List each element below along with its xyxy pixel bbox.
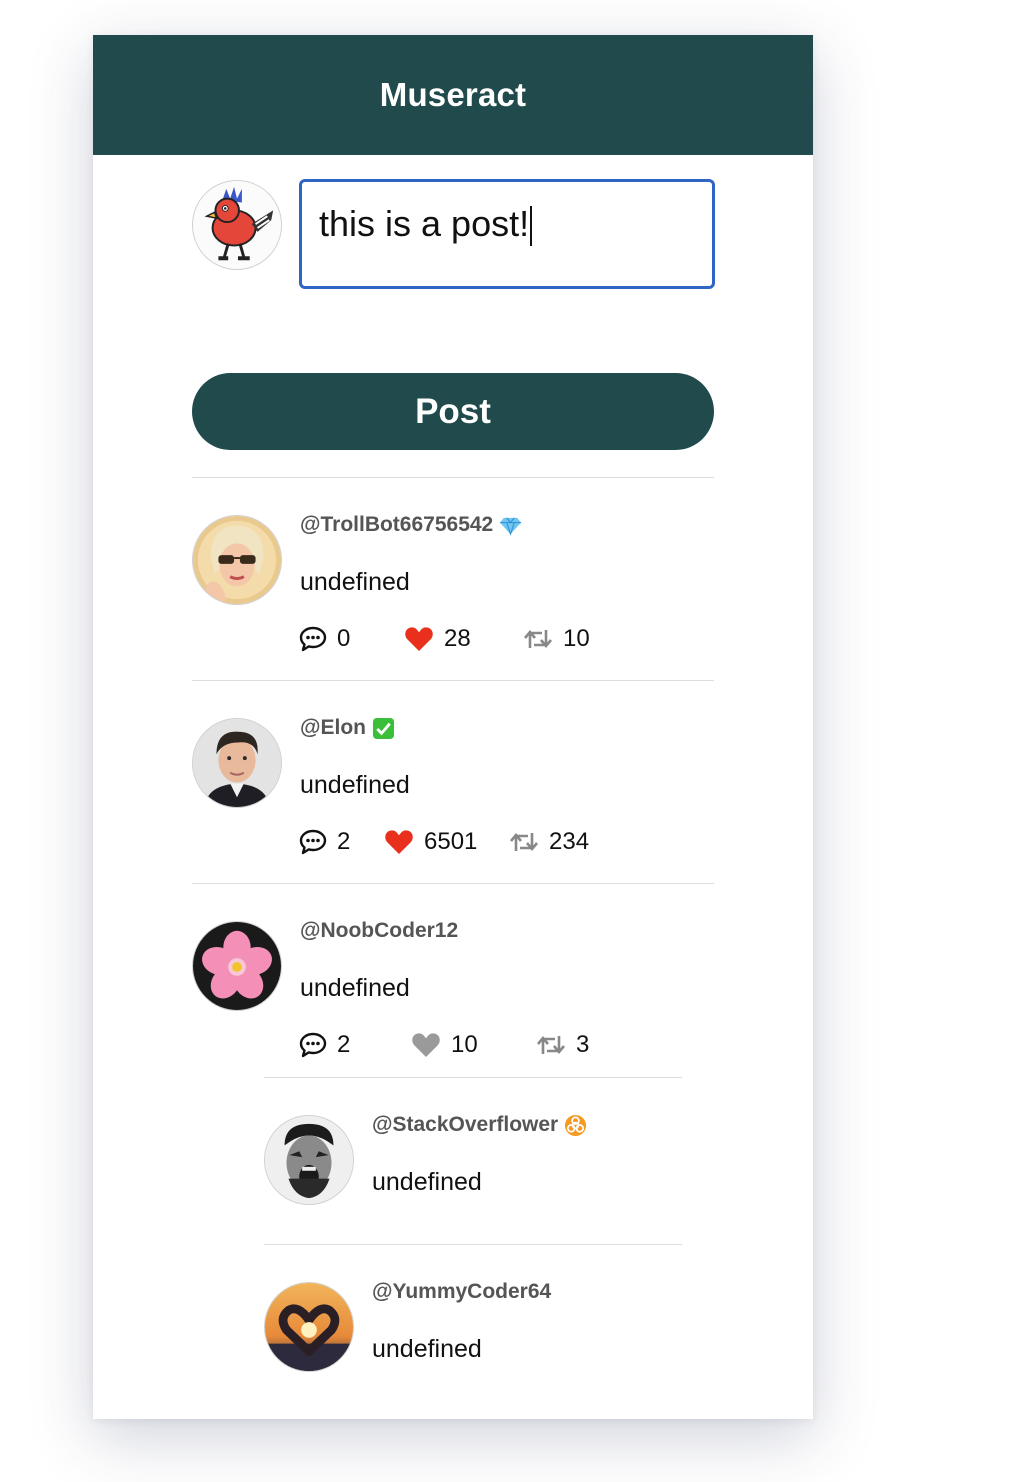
comment-button[interactable]: 2 xyxy=(299,1031,350,1059)
divider xyxy=(192,477,714,478)
divider xyxy=(264,1077,682,1078)
post-avatar[interactable] xyxy=(192,921,282,1011)
app-title: Museract xyxy=(379,76,527,113)
reply-avatar[interactable] xyxy=(264,1282,354,1372)
repost-button[interactable]: 3 xyxy=(536,1031,589,1059)
username: @TrollBot66756542 xyxy=(300,513,494,536)
woman-sunglasses-avatar xyxy=(193,516,281,604)
cherry-blossom-avatar xyxy=(193,922,281,1010)
screaming-man-avatar xyxy=(265,1116,353,1204)
username: @Elon xyxy=(300,716,366,739)
repost-icon xyxy=(537,1035,565,1055)
heart-icon xyxy=(405,627,433,651)
man-portrait-avatar xyxy=(193,719,281,807)
post-button[interactable]: Post xyxy=(192,373,714,450)
comment-count: 2 xyxy=(337,1031,351,1058)
comment-button[interactable]: 0 xyxy=(299,625,350,653)
post-avatar[interactable] xyxy=(192,515,282,605)
post-handle[interactable]: @NoobCoder12 xyxy=(300,919,458,943)
like-count: 28 xyxy=(444,625,471,652)
heart-icon xyxy=(385,830,413,854)
reply-handle[interactable]: @StackOverflower xyxy=(372,1113,587,1137)
repost-icon xyxy=(524,629,552,649)
comment-button[interactable]: 2 xyxy=(299,828,350,856)
comment-icon xyxy=(299,626,327,652)
username: @NoobCoder12 xyxy=(300,919,459,942)
post-avatar[interactable] xyxy=(192,718,282,808)
like-button[interactable]: 28 xyxy=(404,625,471,653)
divider xyxy=(192,680,714,681)
comment-count: 0 xyxy=(337,625,351,652)
like-count: 10 xyxy=(451,1031,478,1058)
divider xyxy=(192,883,714,884)
post-text: undefined xyxy=(300,974,410,1002)
like-button[interactable]: 10 xyxy=(411,1031,478,1059)
post-text: undefined xyxy=(300,568,410,596)
repost-count: 234 xyxy=(549,828,590,855)
compose-input[interactable]: this is a post! xyxy=(299,179,715,289)
check-mark-icon xyxy=(372,717,395,740)
comment-icon xyxy=(299,829,327,855)
post-handle[interactable]: @TrollBot66756542 xyxy=(300,513,522,537)
username: @YummyCoder64 xyxy=(372,1280,552,1303)
repost-count: 3 xyxy=(576,1031,590,1058)
text-caret xyxy=(530,206,532,246)
username: @StackOverflower xyxy=(372,1113,559,1136)
repost-icon xyxy=(510,832,538,852)
reply-text: undefined xyxy=(372,1335,482,1363)
comment-icon xyxy=(299,1032,327,1058)
comment-count: 2 xyxy=(337,828,351,855)
repost-count: 10 xyxy=(563,625,590,652)
post-handle[interactable]: @Elon xyxy=(300,716,395,740)
cartoon-bird-avatar xyxy=(193,181,281,269)
divider xyxy=(264,1244,682,1245)
like-button[interactable]: 6501 xyxy=(384,828,477,856)
reply-handle[interactable]: @YummyCoder64 xyxy=(372,1280,551,1304)
heart-hands-sunset-avatar xyxy=(265,1283,353,1371)
post-text: undefined xyxy=(300,771,410,799)
reply-avatar[interactable] xyxy=(264,1115,354,1205)
app-header: Museract xyxy=(93,35,813,155)
biohazard-icon xyxy=(564,1114,587,1137)
reply-text: undefined xyxy=(372,1168,482,1196)
gem-icon xyxy=(499,514,522,537)
repost-button[interactable]: 234 xyxy=(509,828,589,856)
repost-button[interactable]: 10 xyxy=(523,625,590,653)
current-user-avatar[interactable] xyxy=(192,180,282,270)
like-count: 6501 xyxy=(424,828,478,855)
heart-icon xyxy=(412,1033,440,1057)
app-window: Museract this is a post! Post @TrollBot6… xyxy=(93,35,813,1419)
